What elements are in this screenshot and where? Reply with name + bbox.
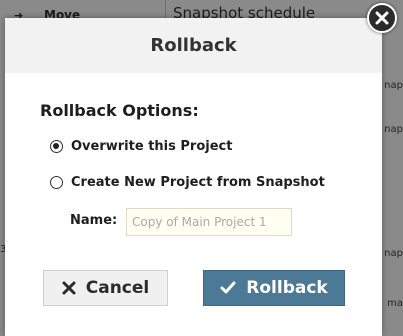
x-icon (62, 281, 76, 295)
background-snippet: nap (384, 248, 403, 259)
option-create-new[interactable]: Create New Project from Snapshot (50, 175, 325, 190)
create-new-label: Create New Project from Snapshot (71, 175, 325, 190)
rollback-button[interactable]: Rollback (203, 270, 345, 306)
project-name-input[interactable] (126, 208, 292, 236)
cancel-label: Cancel (85, 278, 150, 298)
option-overwrite[interactable]: Overwrite this Project (50, 139, 232, 154)
name-label: Name: (70, 213, 118, 228)
dialog-title: Rollback (150, 35, 237, 56)
overwrite-label: Overwrite this Project (71, 139, 233, 154)
background-snippet: ma (387, 298, 403, 309)
checkmark-icon (220, 281, 236, 295)
dialog-header: Rollback (5, 18, 382, 73)
create-new-radio[interactable] (50, 176, 63, 189)
rollback-label: Rollback (246, 278, 328, 298)
cancel-button[interactable]: Cancel (43, 270, 168, 306)
background-snippet: nap (384, 124, 403, 135)
overwrite-radio[interactable] (50, 140, 63, 153)
close-icon (375, 11, 389, 25)
close-button[interactable] (367, 3, 397, 33)
rollback-options-heading: Rollback Options: (40, 101, 199, 120)
background-snippet: nap (384, 80, 403, 91)
